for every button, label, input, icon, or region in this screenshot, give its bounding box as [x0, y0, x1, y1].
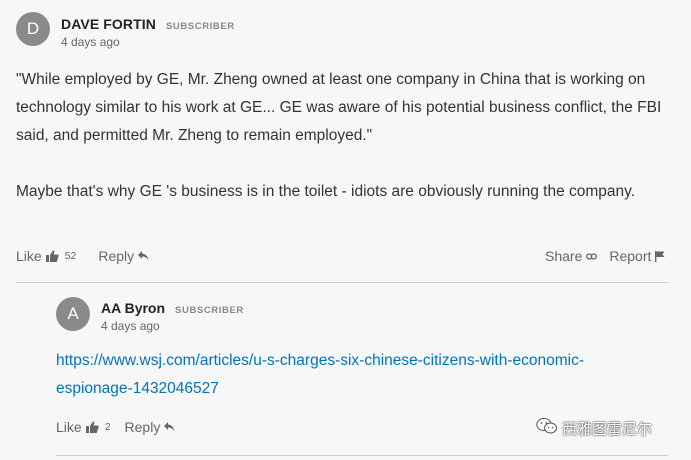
- reply-arrow-icon: [164, 422, 175, 432]
- reply-timestamp: 4 days ago: [101, 319, 160, 333]
- comment-body-line: said, and permitted Mr. Zheng to remain …: [16, 127, 373, 144]
- subscriber-badge: SUBSCRIBER: [165, 21, 235, 32]
- reply-label: Reply: [124, 419, 161, 435]
- reply-header: AA Byron SUBSCRIBER 4 days ago: [101, 300, 244, 333]
- article-link-line[interactable]: https://www.wsj.com/articles/u-s-charges…: [56, 347, 656, 375]
- author-name[interactable]: DAVE FORTIN: [61, 16, 156, 32]
- reply-comment: A AA Byron SUBSCRIBER 4 days ago https:/…: [56, 297, 666, 397]
- wechat-icon: [536, 417, 558, 439]
- comment-timestamp: 4 days ago: [61, 35, 120, 49]
- comment-actions: Like 52 Reply: [16, 248, 149, 264]
- comment-secondary-actions: Share Report: [545, 248, 665, 264]
- avatar[interactable]: D: [16, 12, 50, 46]
- comment: D DAVE FORTIN SUBSCRIBER 4 days ago "Whi…: [16, 12, 670, 200]
- subscriber-badge: SUBSCRIBER: [175, 305, 244, 316]
- like-label: Like: [56, 419, 82, 435]
- comment-body-paragraph: Maybe that's why GE 's business is in th…: [16, 183, 636, 200]
- share-label: Share: [545, 248, 583, 264]
- avatar[interactable]: A: [56, 297, 90, 331]
- article-link[interactable]: https://www.wsj.com/articles/u-s-charges…: [56, 347, 656, 403]
- flag-icon: [655, 250, 665, 262]
- share-icon: [586, 252, 598, 261]
- comment-divider: [16, 282, 668, 283]
- article-link-line[interactable]: espionage-1432046527: [56, 375, 656, 403]
- like-label: Like: [16, 248, 42, 264]
- like-count: 52: [64, 250, 77, 262]
- comment-body-line: technology similar to his work at GE... …: [16, 99, 662, 116]
- comment-body: "While employed by GE, Mr. Zheng owned a…: [16, 66, 670, 206]
- reply-actions: Like 2 Reply: [56, 419, 175, 435]
- reply-button[interactable]: Reply: [98, 248, 149, 264]
- comment-header: DAVE FORTIN SUBSCRIBER 4 days ago: [61, 16, 235, 49]
- author-name[interactable]: AA Byron: [101, 300, 165, 316]
- watermark: 西雅图雷尼尔: [536, 417, 652, 439]
- share-button[interactable]: Share: [545, 248, 598, 264]
- reply-arrow-icon: [138, 251, 149, 261]
- like-button[interactable]: Like 2: [56, 419, 111, 435]
- like-button[interactable]: Like 52: [16, 248, 76, 264]
- thumbs-up-icon: [45, 250, 59, 262]
- reply-label: Reply: [98, 248, 135, 264]
- comments-page: D DAVE FORTIN SUBSCRIBER 4 days ago "Whi…: [0, 0, 691, 460]
- comment-body-line: "While employed by GE, Mr. Zheng owned a…: [16, 71, 646, 88]
- reply-button[interactable]: Reply: [125, 419, 176, 435]
- reply-divider: [56, 455, 668, 456]
- report-button[interactable]: Report: [609, 248, 665, 264]
- like-count: 2: [104, 421, 111, 433]
- thumbs-up-icon: [85, 421, 99, 433]
- watermark-text: 西雅图雷尼尔: [562, 420, 653, 438]
- report-label: Report: [609, 248, 652, 264]
